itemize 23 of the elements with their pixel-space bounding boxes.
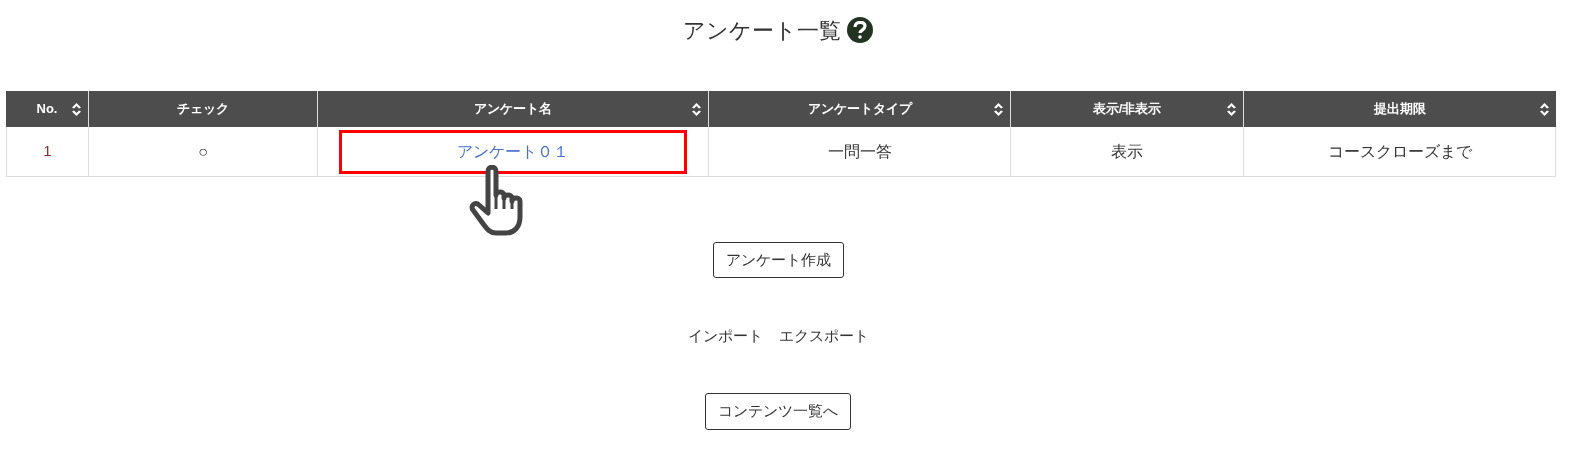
- sort-icon[interactable]: [1226, 102, 1237, 117]
- sort-icon[interactable]: [691, 102, 702, 117]
- sort-icon[interactable]: [993, 102, 1004, 117]
- survey-link[interactable]: アンケート０１: [457, 139, 569, 164]
- sort-icon[interactable]: [1539, 102, 1550, 117]
- create-survey-button[interactable]: アンケート作成: [712, 242, 844, 278]
- column-header[interactable]: アンケート名: [317, 91, 708, 127]
- text-link[interactable]: エクスポート: [778, 325, 869, 348]
- text-link[interactable]: インポート: [687, 325, 763, 348]
- cell-text: ○: [198, 141, 208, 162]
- page-title: アンケート一覧: [683, 16, 841, 45]
- cell-text: 表示: [1111, 141, 1143, 162]
- column-header[interactable]: No.: [6, 91, 88, 127]
- column-header[interactable]: 表示/非表示: [1010, 91, 1243, 127]
- back-button[interactable]: コンテンツ一覧へ: [705, 392, 851, 430]
- cell-text: コースクローズまで: [1327, 141, 1472, 162]
- column-header: チェック: [88, 91, 317, 127]
- column-header[interactable]: アンケートタイプ: [708, 91, 1010, 127]
- sort-icon[interactable]: [71, 102, 82, 117]
- column-header[interactable]: 提出期限: [1243, 91, 1556, 127]
- cell-text: 一問一答: [827, 141, 892, 162]
- cell-text: 1: [43, 141, 52, 162]
- help-icon[interactable]: [847, 17, 873, 43]
